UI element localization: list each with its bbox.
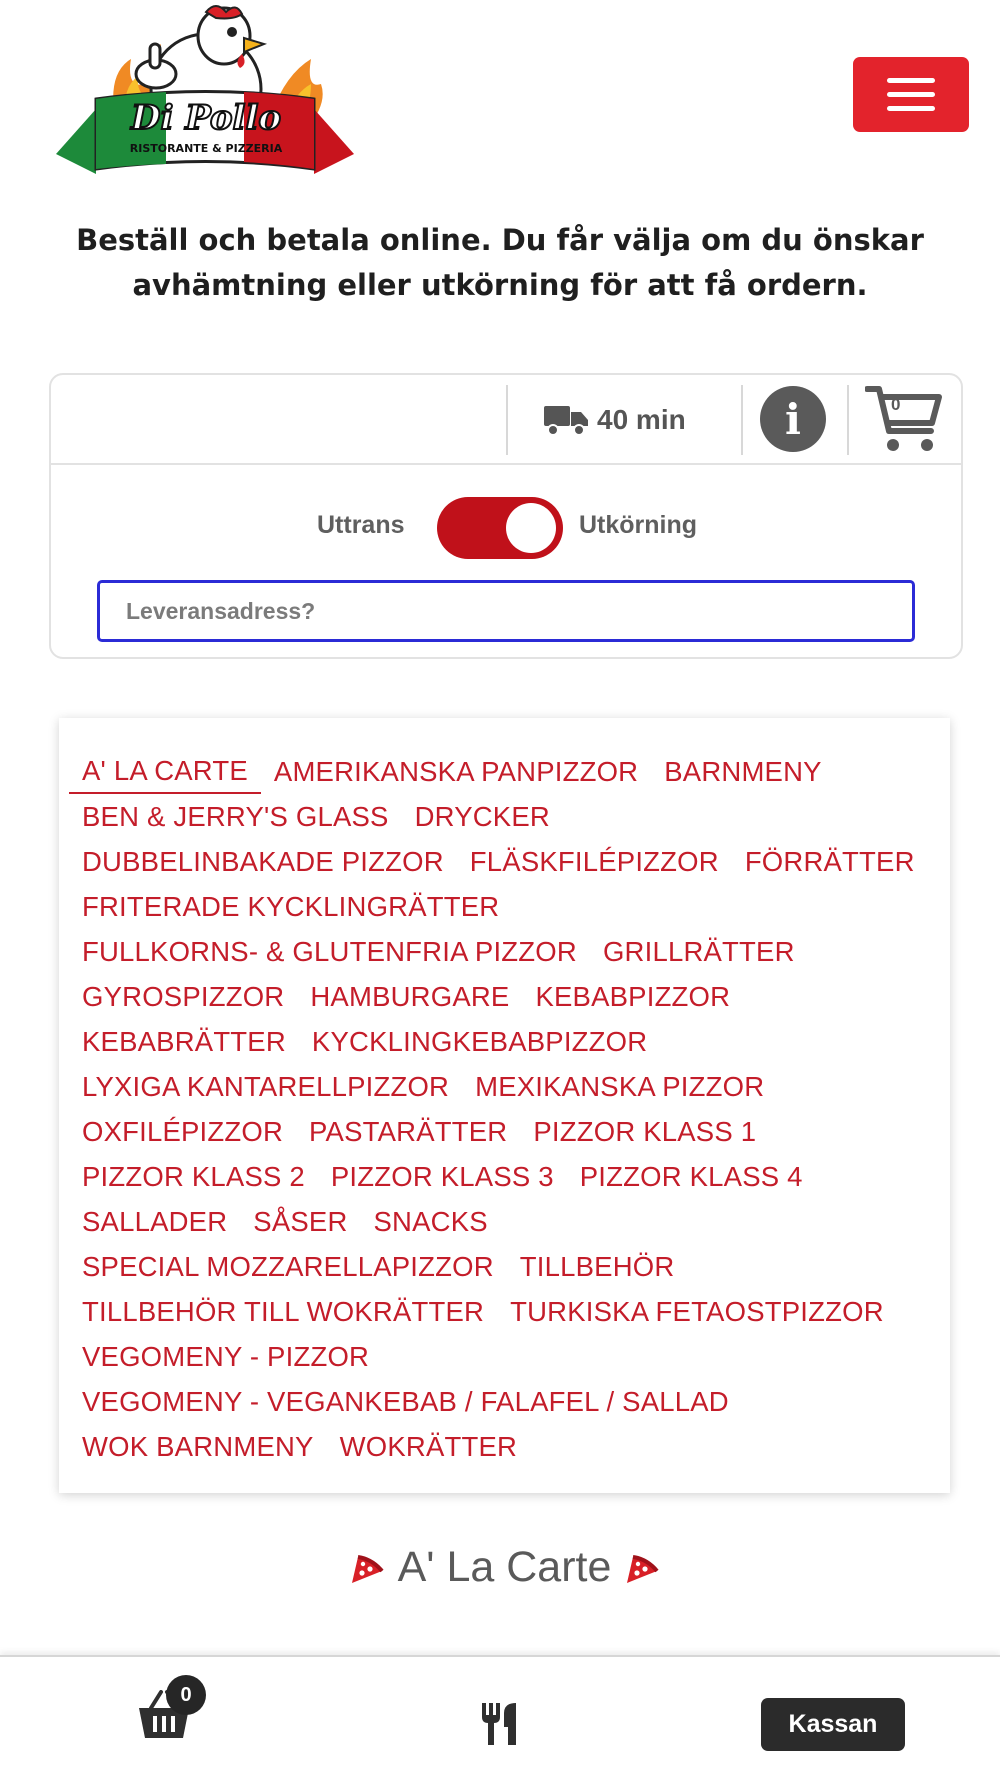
toggle-pickup-label[interactable]: Uttrans <box>317 511 405 540</box>
category-link[interactable]: MEXIKANSKA PIZZOR <box>462 1064 777 1109</box>
category-link[interactable]: TILLBEHÖR TILL WOKRÄTTER <box>69 1289 497 1334</box>
site-header: Di Pollo RISTORANTE & PIZZERIA <box>0 0 1000 200</box>
switch-knob <box>506 503 556 553</box>
basket-count-badge: 0 <box>166 1675 206 1715</box>
category-link[interactable]: WOKRÄTTER <box>327 1424 531 1469</box>
divider <box>506 385 508 455</box>
category-link[interactable]: FRITERADE KYCKLINGRÄTTER <box>69 884 512 929</box>
delivery-mode-switch[interactable] <box>437 497 563 559</box>
bottom-navigation: 0 Kassan <box>0 1655 1000 1778</box>
category-link[interactable]: FLÄSKFILÉPIZZOR <box>457 839 732 884</box>
category-link[interactable]: KEBABRÄTTER <box>69 1019 299 1064</box>
category-link[interactable]: TILLBEHÖR <box>507 1244 688 1289</box>
category-link[interactable]: BARNMENY <box>651 749 834 794</box>
category-link[interactable]: VEGOMENY - PIZZOR <box>69 1334 382 1379</box>
cutlery-icon[interactable] <box>478 1701 520 1747</box>
category-link[interactable]: AMERIKANSKA PANPIZZOR <box>261 749 651 794</box>
category-link[interactable]: SPECIAL MOZZARELLAPIZZOR <box>69 1244 507 1289</box>
category-link[interactable]: SALLADER <box>69 1199 240 1244</box>
category-link[interactable]: LYXIGA KANTARELLPIZZOR <box>69 1064 462 1109</box>
divider <box>847 385 849 455</box>
category-link[interactable]: BEN & JERRY'S GLASS <box>69 794 402 839</box>
category-link[interactable]: PIZZOR KLASS 3 <box>318 1154 567 1199</box>
category-link[interactable]: OXFILÉPIZZOR <box>69 1109 296 1154</box>
section-heading: A' La Carte <box>59 1543 950 1592</box>
pizza-slice-icon <box>351 1554 384 1583</box>
category-link[interactable]: SÅSER <box>240 1199 360 1244</box>
delivery-mode-toggle-row: Uttrans Utkörning <box>51 493 961 559</box>
order-panel-toolbar: 40 min i 0 <box>51 375 961 465</box>
category-link[interactable]: DUBBELINBAKADE PIZZOR <box>69 839 457 884</box>
category-link[interactable]: SNACKS <box>361 1199 501 1244</box>
section-title: A' La Carte <box>397 1543 612 1591</box>
logo-subtitle: RISTORANTE & PIZZERIA <box>130 142 283 155</box>
category-link[interactable]: PIZZOR KLASS 1 <box>520 1109 769 1154</box>
category-link[interactable]: GYROSPIZZOR <box>69 974 297 1019</box>
truck-icon <box>544 406 588 436</box>
divider <box>741 385 743 455</box>
category-list: A' LA CARTE AMERIKANSKA PANPIZZOR BARNMENY… <box>69 749 941 1469</box>
category-menu: A' LA CARTE AMERIKANSKA PANPIZZOR BARNMENY… <box>59 718 950 1493</box>
cart-icon <box>864 386 942 451</box>
delivery-address-input[interactable] <box>97 580 915 642</box>
di-pollo-logo[interactable]: Di Pollo RISTORANTE & PIZZERIA <box>56 4 354 190</box>
delivery-time-label: 40 min <box>597 404 686 435</box>
info-icon[interactable]: i <box>760 386 826 452</box>
category-link[interactable]: KYCKLINGKEBABPIZZOR <box>299 1019 660 1064</box>
logo-name: Di Pollo <box>130 98 281 138</box>
checkout-button[interactable]: Kassan <box>761 1698 905 1751</box>
category-link[interactable]: PIZZOR KLASS 4 <box>567 1154 816 1199</box>
category-link[interactable]: WOK BARNMENY <box>69 1424 327 1469</box>
order-panel: 40 min i 0 Uttrans Utkörning <box>49 373 963 659</box>
category-link[interactable]: FÖRRÄTTER <box>732 839 928 884</box>
toggle-delivery-label[interactable]: Utkörning <box>579 511 697 540</box>
category-link[interactable]: GRILLRÄTTER <box>590 929 808 974</box>
category-link[interactable]: PIZZOR KLASS 2 <box>69 1154 318 1199</box>
cart-button[interactable]: 0 <box>864 383 943 455</box>
delivery-time: 40 min <box>543 397 686 443</box>
hamburger-menu-icon <box>887 78 935 83</box>
intro-text: Beställ och betala online. Du får välja … <box>76 223 924 302</box>
category-link[interactable]: HAMBURGARE <box>297 974 522 1019</box>
category-link[interactable]: FULLKORNS- & GLUTENFRIA PIZZOR <box>69 929 590 974</box>
category-link[interactable]: VEGOMENY - VEGANKEBAB / FALAFEL / SALLAD <box>69 1379 742 1424</box>
pizza-slice-icon <box>627 1554 659 1583</box>
category-link[interactable]: KEBABPIZZOR <box>522 974 743 1019</box>
category-link[interactable]: PASTARÄTTER <box>296 1109 520 1154</box>
cart-count: 0 <box>891 395 901 414</box>
category-link[interactable]: DRYCKER <box>402 794 563 839</box>
category-link[interactable]: TURKISKA FETAOSTPIZZOR <box>497 1289 897 1334</box>
hamburger-menu-button[interactable] <box>853 57 969 132</box>
category-link[interactable]: A' LA CARTE <box>69 749 261 794</box>
